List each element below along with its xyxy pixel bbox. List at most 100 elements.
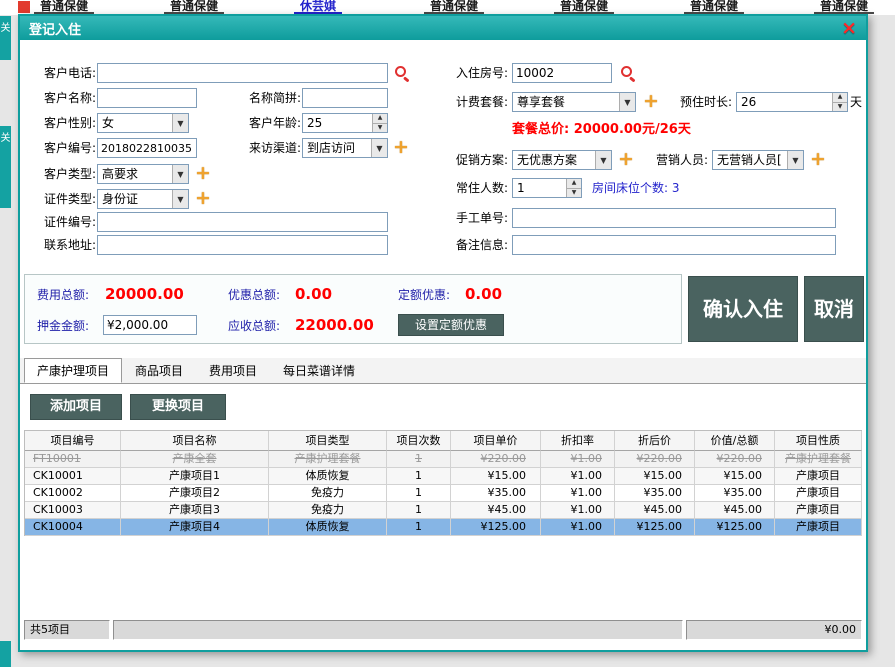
chevron-down-icon[interactable]: ▼: [619, 93, 635, 111]
age-stepper[interactable]: 25 ▲▼: [302, 113, 388, 133]
cancel-button[interactable]: 取消: [804, 276, 864, 342]
close-icon[interactable]: ×: [841, 19, 857, 38]
table-row[interactable]: CK10002产康项目2免疫力1¥35.00¥1.00¥35.00¥35.00产…: [25, 485, 862, 502]
table-cell: ¥1.00: [541, 451, 615, 468]
background-tab[interactable]: 普通保健: [814, 0, 874, 14]
table-row[interactable]: CK10004产康项目4体质恢复1¥125.00¥1.00¥125.00¥125…: [25, 519, 862, 536]
table-cell: 产康项目2: [121, 485, 269, 502]
spin-down-icon: ▼: [833, 102, 847, 112]
table-cell: ¥15.00: [695, 468, 775, 485]
column-header[interactable]: 项目编号: [25, 431, 121, 451]
add-id-type-icon[interactable]: +: [194, 189, 212, 209]
spinner-buttons[interactable]: ▲▼: [566, 179, 581, 197]
search-icon[interactable]: [394, 65, 410, 82]
column-header[interactable]: 项目类型: [269, 431, 387, 451]
table-row[interactable]: CK10003产康项目3免疫力1¥45.00¥1.00¥45.00¥45.00产…: [25, 502, 862, 519]
name-input[interactable]: [97, 88, 197, 108]
deposit-input[interactable]: [103, 315, 197, 335]
column-header[interactable]: 折扣率: [541, 431, 615, 451]
deposit-label: 押金金额:: [37, 315, 89, 337]
chevron-down-icon[interactable]: ▼: [172, 190, 188, 208]
table-cell: ¥15.00: [615, 468, 695, 485]
background-tab[interactable]: 普通保健: [684, 0, 744, 14]
chevron-down-icon[interactable]: ▼: [172, 114, 188, 132]
residents-stepper[interactable]: 1 ▲▼: [512, 178, 582, 198]
id-type-select[interactable]: 身份证 ▼: [97, 189, 189, 209]
add-promotion-icon[interactable]: +: [617, 150, 635, 170]
column-header[interactable]: 项目名称: [121, 431, 269, 451]
background-tab[interactable]: 普通保健: [164, 0, 224, 14]
tab-item-3[interactable]: 每日菜谱详情: [270, 358, 368, 383]
spinner-buttons[interactable]: ▲▼: [832, 93, 847, 111]
stay-days-label: 预住时长:: [668, 92, 732, 112]
background-tab[interactable]: 休芸娸: [294, 0, 342, 14]
table-row[interactable]: FT10001产康全套产康护理套餐1¥220.00¥1.00¥220.00¥22…: [25, 451, 862, 468]
channel-label: 来访渠道:: [237, 138, 301, 158]
add-marketer-icon[interactable]: +: [809, 150, 827, 170]
promotion-select[interactable]: 无优惠方案 ▼: [512, 150, 612, 170]
background-tab[interactable]: 普通保健: [554, 0, 614, 14]
table-cell: 产康项目: [775, 468, 862, 485]
chevron-down-icon[interactable]: ▼: [595, 151, 611, 169]
promotion-value: 无优惠方案: [513, 151, 595, 169]
table-cell: CK10002: [25, 485, 121, 502]
customer-no-label: 客户编号:: [32, 138, 96, 158]
address-label: 联系地址:: [32, 235, 96, 255]
room-no-input[interactable]: [512, 63, 612, 83]
manual-no-label: 手工单号:: [432, 208, 508, 228]
spin-up-icon: ▲: [567, 179, 581, 188]
table-cell: ¥1.00: [541, 519, 615, 536]
add-channel-icon[interactable]: +: [392, 138, 410, 158]
add-package-icon[interactable]: +: [642, 92, 660, 112]
sidebar-item[interactable]: 关: [0, 126, 11, 208]
column-header[interactable]: 折后价: [615, 431, 695, 451]
table-cell: ¥220.00: [615, 451, 695, 468]
table-row[interactable]: CK10001产康项目1体质恢复1¥15.00¥1.00¥15.00¥15.00…: [25, 468, 862, 485]
gender-select[interactable]: 女 ▼: [97, 113, 189, 133]
background-tab[interactable]: 普通保健: [34, 0, 94, 14]
table-cell: CK10003: [25, 502, 121, 519]
column-header[interactable]: 项目性质: [775, 431, 862, 451]
chevron-down-icon[interactable]: ▼: [371, 139, 387, 157]
marketer-select[interactable]: 无营销人员[ ▼: [712, 150, 804, 170]
tab-item-2[interactable]: 费用项目: [196, 358, 270, 383]
table-cell: ¥1.00: [541, 485, 615, 502]
customer-type-select[interactable]: 高要求 ▼: [97, 164, 189, 184]
chevron-down-icon[interactable]: ▼: [787, 151, 803, 169]
phone-input[interactable]: [97, 63, 388, 83]
tab-item-1[interactable]: 商品项目: [122, 358, 196, 383]
receivable-value: 22000.00: [295, 314, 374, 336]
fixed-discount-value: 0.00: [465, 283, 502, 305]
set-fixed-discount-button[interactable]: 设置定额优惠: [398, 314, 504, 336]
pinyin-input[interactable]: [302, 88, 388, 108]
fixed-discount-label: 定额优惠:: [398, 284, 450, 306]
chevron-down-icon[interactable]: ▼: [172, 165, 188, 183]
manual-no-input[interactable]: [512, 208, 836, 228]
remark-input[interactable]: [512, 235, 836, 255]
sidebar-item[interactable]: [0, 641, 11, 667]
sidebar-item[interactable]: 关: [0, 16, 11, 60]
column-header[interactable]: 项目次数: [387, 431, 451, 451]
add-customer-type-icon[interactable]: +: [194, 164, 212, 184]
package-select[interactable]: 尊享套餐 ▼: [512, 92, 636, 112]
address-input[interactable]: [97, 235, 388, 255]
column-header[interactable]: 项目单价: [451, 431, 541, 451]
table-cell: ¥35.00: [451, 485, 541, 502]
stay-days-stepper[interactable]: 26 ▲▼: [736, 92, 848, 112]
id-type-label: 证件类型:: [32, 189, 96, 209]
customer-no-input[interactable]: [97, 138, 197, 158]
column-header[interactable]: 价值/总额: [695, 431, 775, 451]
spinner-buttons[interactable]: ▲▼: [372, 114, 387, 132]
dialog-titlebar[interactable]: 登记入住 ×: [20, 16, 866, 40]
tab-item-0[interactable]: 产康护理项目: [24, 358, 122, 383]
add-item-button[interactable]: 添加项目: [30, 394, 122, 420]
channel-select[interactable]: 到店访问 ▼: [302, 138, 388, 158]
confirm-checkin-button[interactable]: 确认入住: [688, 276, 798, 342]
discount-total-label: 优惠总额:: [228, 284, 280, 306]
receivable-label: 应收总额:: [228, 315, 280, 337]
search-icon[interactable]: [620, 65, 636, 82]
gender-value: 女: [98, 114, 172, 132]
background-tab[interactable]: 普通保健: [424, 0, 484, 14]
replace-item-button[interactable]: 更换项目: [130, 394, 226, 420]
id-no-input[interactable]: [97, 212, 388, 232]
